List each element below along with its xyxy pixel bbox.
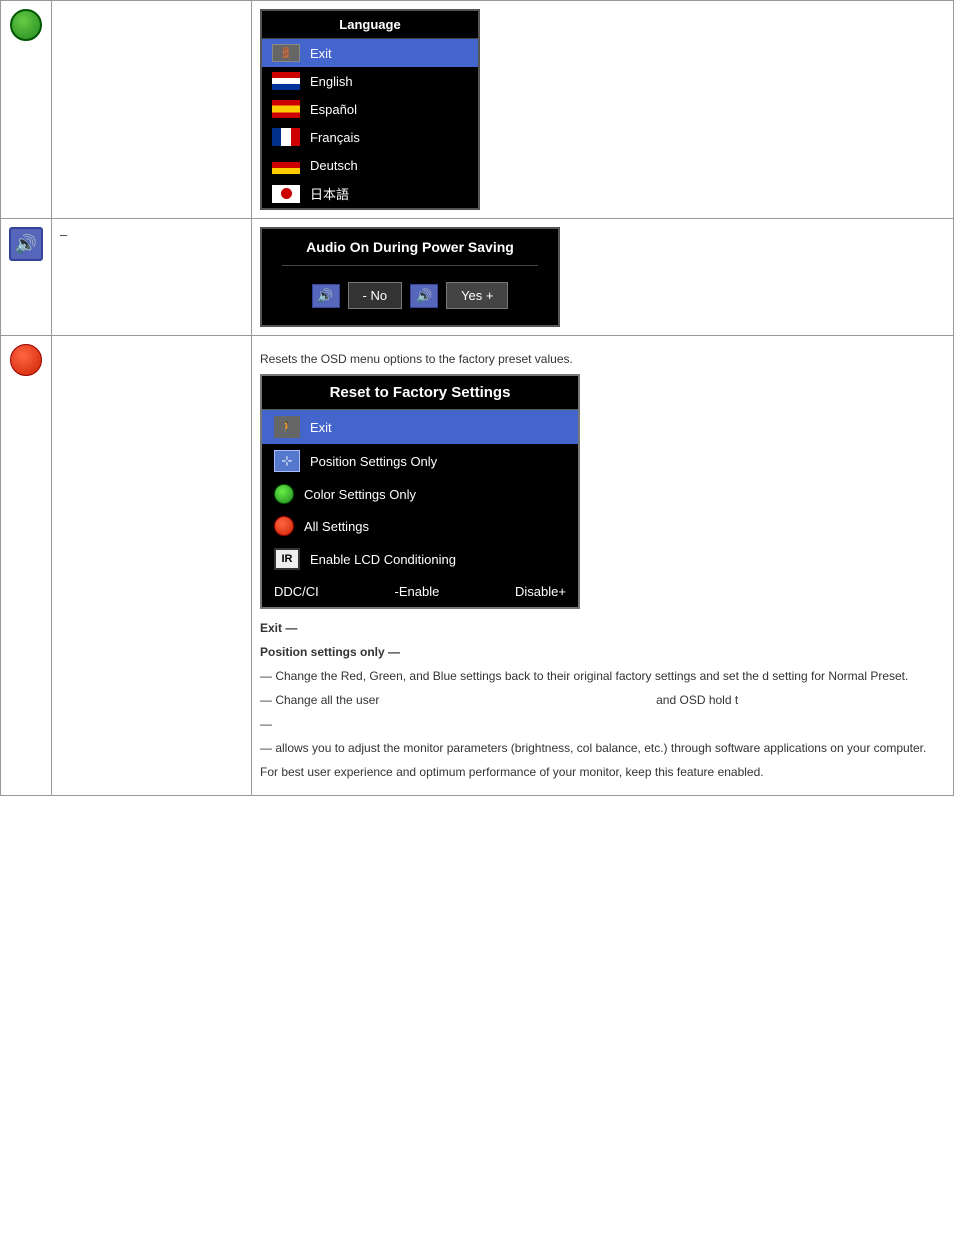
osd-francais-item[interactable]: Français bbox=[262, 123, 478, 151]
audio-row: 🔊 – Audio On During Power Saving 🔊 - No … bbox=[1, 219, 954, 336]
svg-text:🚶: 🚶 bbox=[280, 421, 294, 434]
fr-flag-white bbox=[281, 128, 291, 146]
ddc-label: DDC/CI bbox=[274, 584, 319, 599]
exit-label: Exit bbox=[310, 46, 332, 61]
desc-color: — Change the Red, Green, and Blue settin… bbox=[260, 667, 945, 685]
reset-exit-label: Exit bbox=[310, 420, 332, 435]
reset-icon-cell bbox=[1, 336, 52, 796]
desc-best: For best user experience and optimum per… bbox=[260, 763, 945, 781]
audio-controls: 🔊 - No 🔊 Yes + bbox=[282, 276, 538, 315]
color-settings-label: Color Settings Only bbox=[304, 487, 416, 502]
jp-flag-icon bbox=[272, 185, 300, 203]
red-circle-icon bbox=[10, 344, 42, 376]
de-flag-icon bbox=[272, 156, 300, 174]
ir-icon: IR bbox=[274, 548, 300, 570]
reset-lcd-item[interactable]: IR Enable LCD Conditioning bbox=[262, 542, 578, 576]
reset-position-item[interactable]: ⊹ Position Settings Only bbox=[262, 444, 578, 478]
language-icon-cell bbox=[1, 1, 52, 219]
svg-text:🚪: 🚪 bbox=[280, 46, 292, 59]
fr-flag-red bbox=[291, 128, 300, 146]
speaker-icon: 🔊 bbox=[9, 227, 43, 261]
ddc-disable-label[interactable]: Disable+ bbox=[515, 584, 566, 599]
svg-text:⊹: ⊹ bbox=[282, 453, 293, 468]
main-table: Language 🚪 Exit English Español bbox=[0, 0, 954, 796]
green-circle-icon bbox=[274, 484, 294, 504]
osd-japanese-item[interactable]: 日本語 bbox=[262, 179, 478, 208]
position-icon: ⊹ bbox=[274, 450, 300, 472]
english-label: English bbox=[310, 74, 353, 89]
language-row: Language 🚪 Exit English Español bbox=[1, 1, 954, 219]
reset-content-cell: Resets the OSD menu options to the facto… bbox=[252, 336, 954, 796]
audio-icon-cell: 🔊 bbox=[1, 219, 52, 336]
fr-flag-blue bbox=[272, 128, 281, 146]
desc-ddc: — allows you to adjust the monitor param… bbox=[260, 739, 945, 757]
us-flag-icon bbox=[272, 72, 300, 90]
audio-yes-button[interactable]: Yes + bbox=[446, 282, 508, 309]
language-content-cell: Language 🚪 Exit English Español bbox=[252, 1, 954, 219]
osd-exit-item[interactable]: 🚪 Exit bbox=[262, 39, 478, 67]
desc-all: — Change all the user and OSD hold t bbox=[260, 691, 945, 709]
audio-label-cell: – bbox=[52, 219, 252, 336]
audio-yes-speaker-icon: 🔊 bbox=[410, 284, 438, 308]
reset-intro-text: Resets the OSD menu options to the facto… bbox=[260, 350, 945, 368]
reset-color-item[interactable]: Color Settings Only bbox=[262, 478, 578, 510]
audio-content-cell: Audio On During Power Saving 🔊 - No 🔊 Ye… bbox=[252, 219, 954, 336]
audio-no-button[interactable]: - No bbox=[348, 282, 403, 309]
reset-exit-icon: 🚶 bbox=[274, 416, 300, 438]
language-label-cell bbox=[52, 1, 252, 219]
exit-flag-icon: 🚪 bbox=[272, 44, 300, 62]
position-settings-label: Position Settings Only bbox=[310, 454, 437, 469]
globe-icon bbox=[10, 9, 42, 41]
reset-descriptions: Exit — Position settings only — — Change… bbox=[260, 619, 945, 781]
osd-english-item[interactable]: English bbox=[262, 67, 478, 95]
deutsch-label: Deutsch bbox=[310, 158, 358, 173]
osd-deutsch-item[interactable]: Deutsch bbox=[262, 151, 478, 179]
audio-no-speaker-icon: 🔊 bbox=[312, 284, 340, 308]
fr-flag-icon bbox=[272, 128, 300, 146]
audio-dash: – bbox=[60, 227, 67, 242]
lcd-conditioning-label: Enable LCD Conditioning bbox=[310, 552, 456, 567]
desc-position: Position settings only — bbox=[260, 643, 945, 661]
language-osd: Language 🚪 Exit English Español bbox=[260, 9, 480, 210]
speaker-symbol: 🔊 bbox=[15, 234, 37, 255]
language-osd-title: Language bbox=[262, 11, 478, 39]
es-flag-icon bbox=[272, 100, 300, 118]
espanol-label: Español bbox=[310, 102, 357, 117]
desc-dash: — bbox=[260, 715, 945, 733]
osd-espanol-item[interactable]: Español bbox=[262, 95, 478, 123]
red-circle-small-icon bbox=[274, 516, 294, 536]
desc-exit: Exit — bbox=[260, 619, 945, 637]
reset-all-settings-item[interactable]: All Settings bbox=[262, 510, 578, 542]
francais-label: Français bbox=[310, 130, 360, 145]
reset-row: Resets the OSD menu options to the facto… bbox=[1, 336, 954, 796]
reset-exit-item[interactable]: 🚶 Exit bbox=[262, 410, 578, 444]
audio-osd: Audio On During Power Saving 🔊 - No 🔊 Ye… bbox=[260, 227, 560, 327]
ddc-row: DDC/CI -Enable Disable+ bbox=[262, 576, 578, 607]
japanese-label: 日本語 bbox=[310, 184, 349, 203]
audio-osd-title: Audio On During Power Saving bbox=[282, 239, 538, 266]
reset-osd: Reset to Factory Settings 🚶 Exit ⊹ bbox=[260, 374, 580, 609]
reset-osd-title: Reset to Factory Settings bbox=[262, 376, 578, 410]
jp-circle bbox=[281, 188, 292, 199]
all-settings-label: All Settings bbox=[304, 519, 369, 534]
ddc-enable-label[interactable]: -Enable bbox=[395, 584, 440, 599]
reset-label-cell bbox=[52, 336, 252, 796]
